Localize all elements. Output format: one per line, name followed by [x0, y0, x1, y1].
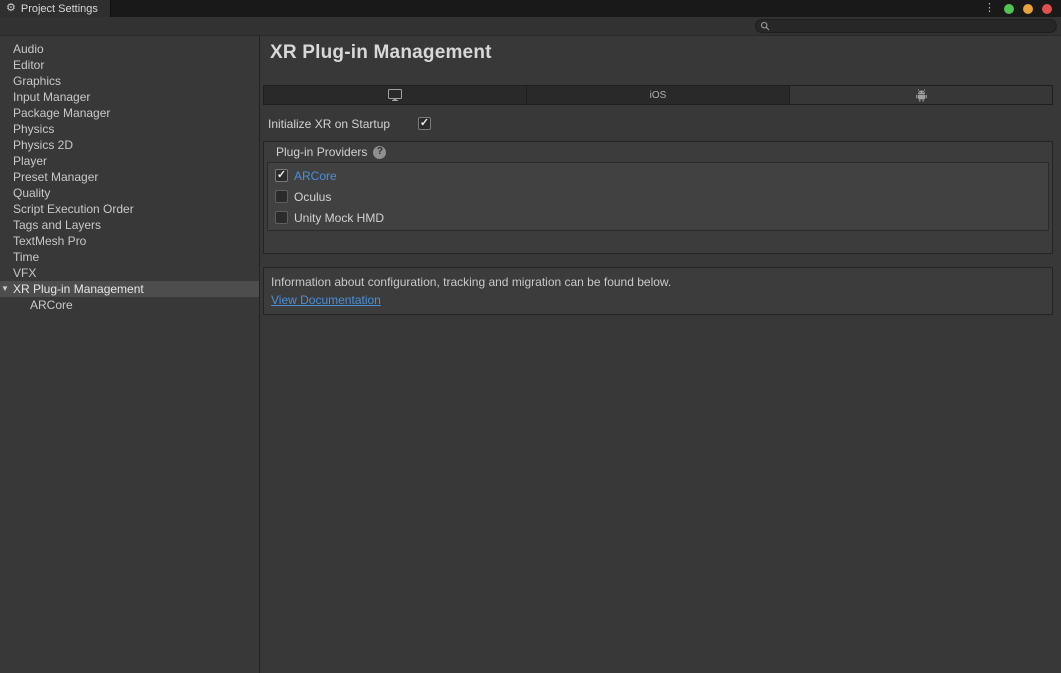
provider-label-unity-mock-hmd: Unity Mock HMD	[294, 211, 384, 225]
sidebar-item-label: XR Plug-in Management	[13, 282, 144, 296]
arcore-checkbox[interactable]	[275, 169, 288, 182]
sidebar-item-label: Script Execution Order	[13, 202, 134, 216]
sidebar-item-physics-2d[interactable]: Physics 2D	[0, 137, 259, 153]
initialize-xr-label: Initialize XR on Startup	[268, 117, 418, 131]
sidebar-item-editor[interactable]: Editor	[0, 57, 259, 73]
project-settings-window: ⚙ Project Settings ⋮ Audio Editor Graphi…	[0, 0, 1061, 673]
provider-row-arcore[interactable]: ARCore	[268, 165, 1048, 186]
sidebar-item-textmesh-pro[interactable]: TextMesh Pro	[0, 233, 259, 249]
sidebar-item-preset-manager[interactable]: Preset Manager	[0, 169, 259, 185]
platform-tab-bar: iOS	[263, 85, 1053, 105]
sidebar-item-label: VFX	[13, 266, 36, 280]
sidebar-item-label: Graphics	[13, 74, 61, 88]
kebab-menu-icon[interactable]: ⋮	[984, 3, 995, 14]
initialize-xr-checkbox[interactable]	[418, 117, 431, 130]
tab-standalone[interactable]	[263, 85, 527, 105]
sidebar-item-label: Physics	[13, 122, 54, 136]
sidebar-item-quality[interactable]: Quality	[0, 185, 259, 201]
sidebar-item-label: Audio	[13, 42, 44, 56]
provider-row-oculus[interactable]: Oculus	[268, 186, 1048, 207]
sidebar-item-arcore[interactable]: ARCore	[0, 297, 259, 313]
window-control-green[interactable]	[1004, 4, 1014, 14]
window-titlebar: ⚙ Project Settings ⋮	[0, 0, 1061, 17]
plug-in-providers-title: Plug-in Providers	[276, 145, 367, 159]
sidebar-item-script-execution-order[interactable]: Script Execution Order	[0, 201, 259, 217]
window-control-close[interactable]	[1042, 4, 1052, 14]
sidebar-item-label: TextMesh Pro	[13, 234, 86, 248]
monitor-icon	[388, 89, 402, 101]
toolbar	[0, 17, 1061, 36]
sidebar-item-physics[interactable]: Physics	[0, 121, 259, 137]
sidebar-item-label: Quality	[13, 186, 50, 200]
sidebar-item-label: Preset Manager	[13, 170, 98, 184]
help-icon[interactable]: ?	[373, 146, 386, 159]
sidebar-item-xr-plug-in-management[interactable]: ▼ XR Plug-in Management	[0, 281, 259, 297]
page-title: XR Plug-in Management	[270, 42, 1053, 64]
content-area: Audio Editor Graphics Input Manager Pack…	[0, 36, 1061, 673]
titlebar-controls: ⋮	[984, 0, 1061, 17]
provider-label-arcore[interactable]: ARCore	[294, 169, 337, 183]
provider-label-oculus: Oculus	[294, 190, 331, 204]
window-tab-label: Project Settings	[21, 3, 98, 15]
foldout-triangle-icon[interactable]: ▼	[1, 281, 9, 297]
xr-management-panel: XR Plug-in Management iOS	[260, 36, 1061, 673]
sidebar-item-label: ARCore	[30, 298, 73, 312]
sidebar-item-label: Physics 2D	[13, 138, 73, 152]
sidebar-item-label: Input Manager	[13, 90, 90, 104]
info-text: Information about configuration, trackin…	[271, 273, 1045, 292]
initialize-xr-row: Initialize XR on Startup	[268, 115, 1053, 132]
sidebar-item-label: Player	[13, 154, 47, 168]
search-box[interactable]	[755, 19, 1057, 33]
sidebar-item-label: Package Manager	[13, 106, 110, 120]
search-input[interactable]	[773, 20, 1050, 32]
plug-in-providers-header: Plug-in Providers ?	[264, 142, 1052, 162]
window-control-yellow[interactable]	[1023, 4, 1033, 14]
sidebar-item-label: Editor	[13, 58, 44, 72]
sidebar-item-package-manager[interactable]: Package Manager	[0, 105, 259, 121]
gear-icon: ⚙	[6, 3, 16, 14]
sidebar-item-label: Tags and Layers	[13, 218, 101, 232]
tab-ios-label: iOS	[650, 90, 667, 101]
info-box: Information about configuration, trackin…	[263, 267, 1053, 315]
sidebar-item-audio[interactable]: Audio	[0, 41, 259, 57]
sidebar-item-input-manager[interactable]: Input Manager	[0, 89, 259, 105]
window-tab-project-settings[interactable]: ⚙ Project Settings	[0, 0, 111, 17]
sidebar-item-vfx[interactable]: VFX	[0, 265, 259, 281]
plug-in-providers-box: Plug-in Providers ? ARCore Oculus Unity …	[263, 141, 1053, 254]
view-documentation-link[interactable]: View Documentation	[271, 293, 381, 307]
tab-android[interactable]	[790, 85, 1053, 105]
oculus-checkbox[interactable]	[275, 190, 288, 203]
search-icon	[760, 21, 770, 31]
provider-row-unity-mock-hmd[interactable]: Unity Mock HMD	[268, 207, 1048, 228]
tab-ios[interactable]: iOS	[527, 85, 790, 105]
sidebar-item-tags-and-layers[interactable]: Tags and Layers	[0, 217, 259, 233]
sidebar-item-time[interactable]: Time	[0, 249, 259, 265]
plug-in-providers-list: ARCore Oculus Unity Mock HMD	[267, 162, 1049, 231]
sidebar-item-graphics[interactable]: Graphics	[0, 73, 259, 89]
unity-mock-hmd-checkbox[interactable]	[275, 211, 288, 224]
sidebar-item-player[interactable]: Player	[0, 153, 259, 169]
sidebar-item-label: Time	[13, 250, 39, 264]
android-icon	[915, 89, 928, 102]
settings-category-list: Audio Editor Graphics Input Manager Pack…	[0, 36, 260, 673]
